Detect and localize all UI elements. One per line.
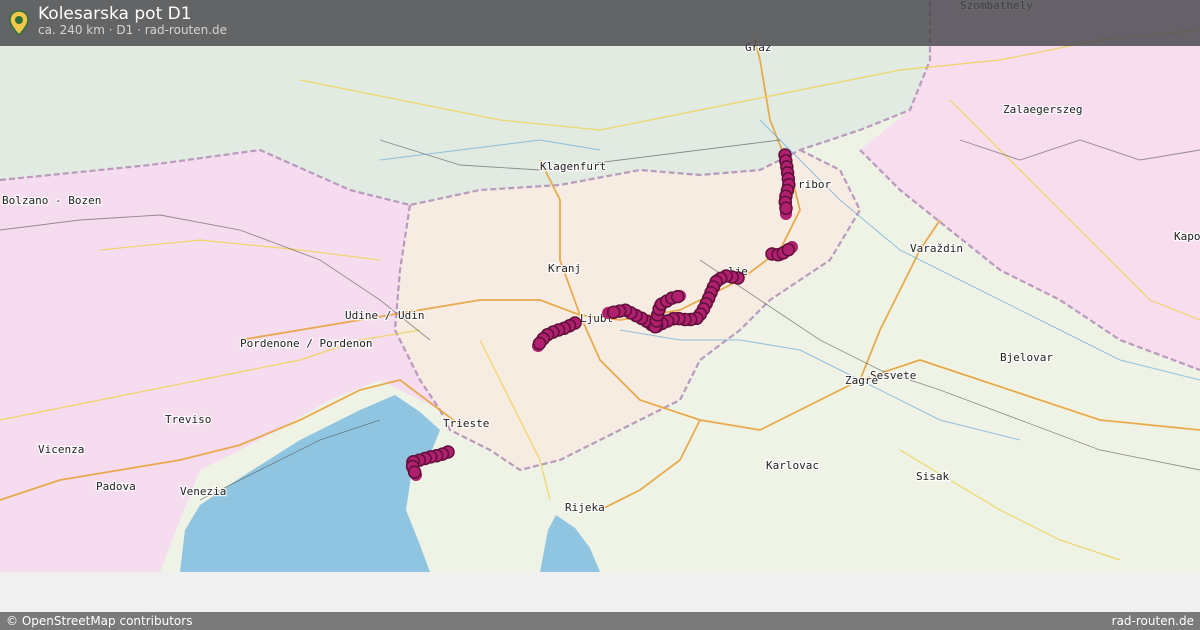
label-trieste: Trieste — [443, 417, 489, 430]
label-sisak: Sisak — [916, 470, 949, 483]
brand-link[interactable]: rad-routen.de — [1112, 614, 1194, 628]
label-rijeka: Rijeka — [565, 501, 605, 514]
map-bottom-blank — [0, 572, 1200, 612]
label-kranj: Kranj — [548, 262, 581, 275]
label-zagreb: Zagre — [845, 374, 878, 387]
label-maribor: ribor — [798, 178, 831, 191]
route-title: Kolesarska pot D1 — [38, 4, 192, 24]
label-klagenfurt: Klagenfurt — [540, 160, 606, 173]
route-subtitle: ca. 240 km · D1 · rad-routen.de — [38, 23, 228, 37]
route-point — [779, 201, 793, 215]
route-point — [781, 242, 796, 257]
label-bolzano: Bolzano - Bozen — [2, 194, 101, 207]
route-point — [606, 305, 621, 319]
label-treviso: Treviso — [165, 413, 211, 426]
route-point — [670, 289, 685, 304]
footer-bar: © OpenStreetMap contributors rad-routen.… — [0, 612, 1200, 630]
route-point — [532, 336, 547, 351]
label-kaposvar: Kapos — [1174, 230, 1200, 243]
attribution-link[interactable]: © OpenStreetMap contributors — [6, 614, 192, 628]
label-vicenza: Vicenza — [38, 443, 84, 456]
route-map[interactable]: Szombathely Graz Zalaegerszeg Klagenfurt… — [0, 0, 1200, 572]
map-pin-icon — [9, 10, 29, 36]
title-bar: Kolesarska pot D1 ca. 240 km · D1 · rad-… — [0, 0, 1200, 46]
label-bjelovar: Bjelovar — [1000, 351, 1053, 364]
label-udine: Udine / Udin — [345, 309, 424, 322]
label-varazdin: Varaždin — [910, 242, 963, 255]
route-point — [407, 465, 422, 479]
label-venezia: Venezia — [180, 485, 226, 498]
label-pordenone: Pordenone / Pordenon — [240, 337, 372, 350]
label-karlovac: Karlovac — [766, 459, 819, 472]
label-padova: Padova — [96, 480, 136, 493]
label-zalaegerszeg: Zalaegerszeg — [1003, 103, 1082, 116]
